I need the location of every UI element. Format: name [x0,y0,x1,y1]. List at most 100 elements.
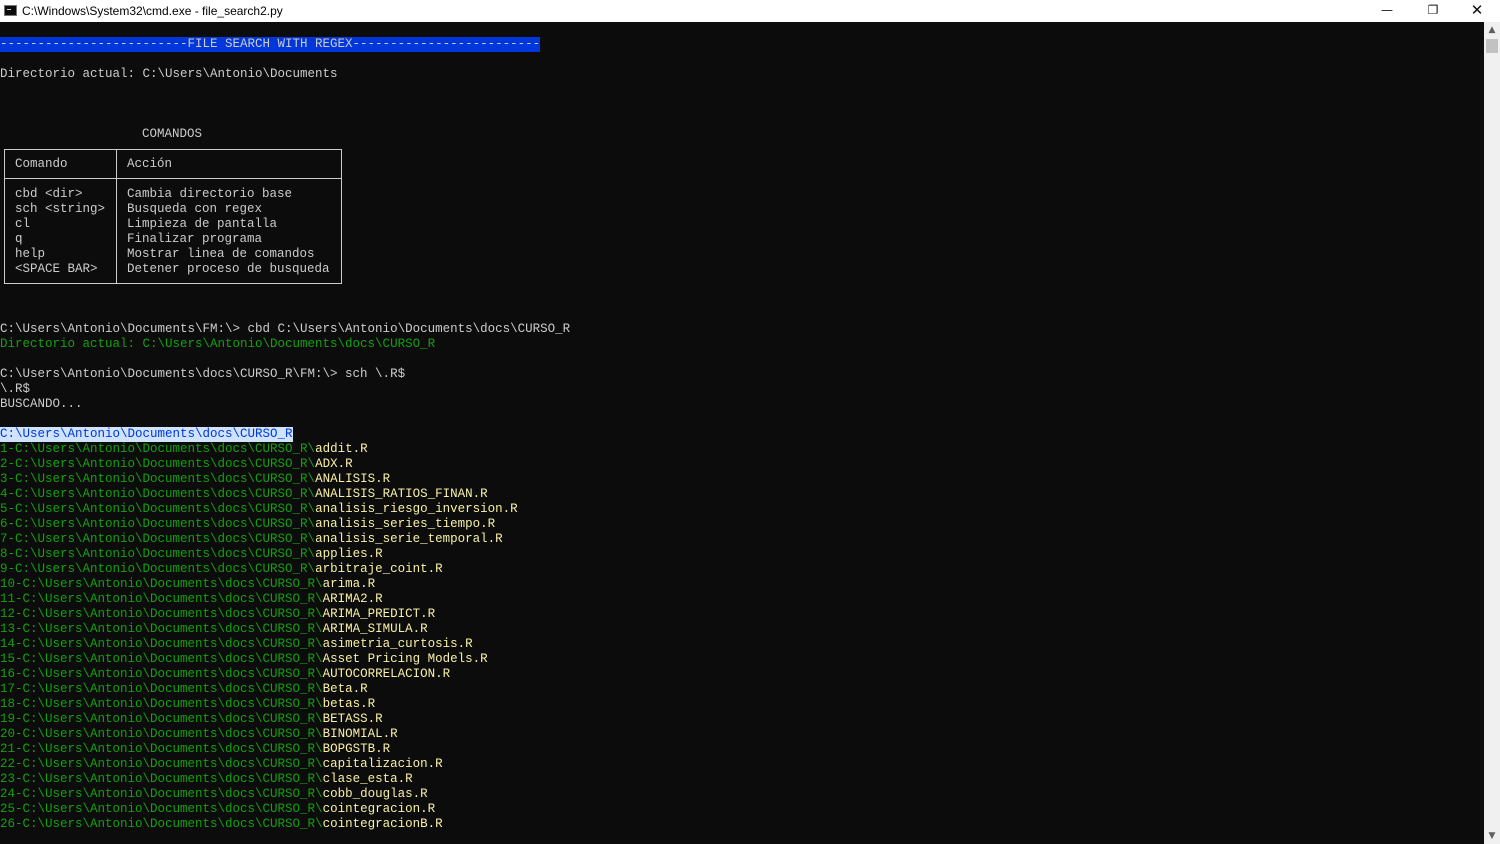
result-line: 16-C:\Users\Antonio\Documents\docs\CURSO… [0,667,450,682]
table-header-command: Comando [15,157,68,171]
result-path: 9-C:\Users\Antonio\Documents\docs\CURSO_… [0,562,316,576]
window-title: C:\Windows\System32\cmd.exe - file_searc… [22,4,283,18]
result-line: 22-C:\Users\Antonio\Documents\docs\CURSO… [0,757,443,772]
result-line: 4-C:\Users\Antonio\Documents\docs\CURSO_… [0,487,488,502]
result-path: 24-C:\Users\Antonio\Documents\docs\CURSO… [0,787,323,801]
cmd-icon [4,5,17,16]
result-path: 1-C:\Users\Antonio\Documents\docs\CURSO_… [0,442,316,456]
result-filename: AUTOCORRELACION.R [322,667,451,681]
table-divider [5,178,341,179]
result-line: 11-C:\Users\Antonio\Documents\docs\CURSO… [0,592,383,607]
result-line: 25-C:\Users\Antonio\Documents\docs\CURSO… [0,802,435,817]
commands-title: COMANDOS [142,127,203,141]
result-filename: BOPGSTB.R [322,742,391,756]
restore-button[interactable]: ❐ [1410,0,1456,22]
result-directory[interactable]: C:\Users\Antonio\Documents\docs\CURSO_R [0,427,293,442]
result-path: 7-C:\Users\Antonio\Documents\docs\CURSO_… [0,532,316,546]
result-path: 26-C:\Users\Antonio\Documents\docs\CURSO… [0,817,323,831]
table-divider [116,150,117,283]
title-bar[interactable]: C:\Windows\System32\cmd.exe - file_searc… [0,0,1500,22]
minimize-button[interactable]: — [1364,0,1410,22]
result-filename: ARIMA_SIMULA.R [322,622,428,636]
prompt-line: C:\Users\Antonio\Documents\docs\CURSO_R\… [0,367,406,381]
result-filename: ANALISIS_RATIOS_FINAN.R [315,487,488,501]
banner: -------------------------FILE SEARCH WIT… [0,37,541,52]
table-cell-command: help [15,247,46,261]
result-path: 21-C:\Users\Antonio\Documents\docs\CURSO… [0,742,323,756]
result-line: 20-C:\Users\Antonio\Documents\docs\CURSO… [0,727,398,742]
table-cell-action: Limpieza de pantalla [127,217,278,231]
scroll-down-icon[interactable]: ▼ [1484,828,1500,844]
result-line: 9-C:\Users\Antonio\Documents\docs\CURSO_… [0,562,443,577]
result-line: 14-C:\Users\Antonio\Documents\docs\CURSO… [0,637,473,652]
result-filename: ANALISIS.R [315,472,391,486]
result-filename: arbitraje_coint.R [315,562,443,576]
result-filename: arima.R [322,577,376,591]
result-line: 18-C:\Users\Antonio\Documents\docs\CURSO… [0,697,375,712]
table-cell-action: Mostrar linea de comandos [127,247,315,261]
scroll-up-icon[interactable]: ▲ [1484,22,1500,38]
result-filename: applies.R [315,547,383,561]
result-line: 15-C:\Users\Antonio\Documents\docs\CURSO… [0,652,488,667]
result-line: 19-C:\Users\Antonio\Documents\docs\CURSO… [0,712,383,727]
result-path: 18-C:\Users\Antonio\Documents\docs\CURSO… [0,697,323,711]
result-filename: cointegracion.R [322,802,436,816]
result-path: 2-C:\Users\Antonio\Documents\docs\CURSO_… [0,457,316,471]
result-path: 22-C:\Users\Antonio\Documents\docs\CURSO… [0,757,323,771]
result-line: 26-C:\Users\Antonio\Documents\docs\CURSO… [0,817,443,832]
table-cell-command: q [15,232,23,246]
commands-table: Comando Acción cbd <dir> Cambia director… [4,149,342,284]
result-line: 12-C:\Users\Antonio\Documents\docs\CURSO… [0,607,435,622]
result-path: 6-C:\Users\Antonio\Documents\docs\CURSO_… [0,517,316,531]
result-path: 17-C:\Users\Antonio\Documents\docs\CURSO… [0,682,323,696]
result-filename: analisis_serie_temporal.R [315,532,503,546]
result-line: 1-C:\Users\Antonio\Documents\docs\CURSO_… [0,442,368,457]
result-path: 16-C:\Users\Antonio\Documents\docs\CURSO… [0,667,323,681]
result-line: 6-C:\Users\Antonio\Documents\docs\CURSO_… [0,517,495,532]
result-filename: betas.R [322,697,376,711]
result-line: 2-C:\Users\Antonio\Documents\docs\CURSO_… [0,457,353,472]
result-path: 23-C:\Users\Antonio\Documents\docs\CURSO… [0,772,323,786]
result-path: 20-C:\Users\Antonio\Documents\docs\CURSO… [0,727,323,741]
result-line: 23-C:\Users\Antonio\Documents\docs\CURSO… [0,772,413,787]
result-path: 8-C:\Users\Antonio\Documents\docs\CURSO_… [0,547,316,561]
result-line: 8-C:\Users\Antonio\Documents\docs\CURSO_… [0,547,383,562]
result-path: 14-C:\Users\Antonio\Documents\docs\CURSO… [0,637,323,651]
console-output[interactable]: -------------------------FILE SEARCH WIT… [0,22,1484,844]
result-filename: Beta.R [322,682,368,696]
regex-echo: \.R$ [0,382,31,396]
result-line: 5-C:\Users\Antonio\Documents\docs\CURSO_… [0,502,518,517]
result-filename: cointegracionB.R [322,817,443,831]
vertical-scrollbar[interactable]: ▲ ▼ [1484,22,1500,844]
table-header-action: Acción [127,157,173,171]
result-path: 3-C:\Users\Antonio\Documents\docs\CURSO_… [0,472,316,486]
table-cell-command: cl [15,217,31,231]
prompt-line: C:\Users\Antonio\Documents\FM:\> cbd C:\… [0,322,571,336]
result-line: 24-C:\Users\Antonio\Documents\docs\CURSO… [0,787,428,802]
result-path: 19-C:\Users\Antonio\Documents\docs\CURSO… [0,712,323,726]
result-filename: analisis_riesgo_inversion.R [315,502,518,516]
result-path: 10-C:\Users\Antonio\Documents\docs\CURSO… [0,577,323,591]
result-line: 7-C:\Users\Antonio\Documents\docs\CURSO_… [0,532,503,547]
result-line: 13-C:\Users\Antonio\Documents\docs\CURSO… [0,622,428,637]
result-filename: addit.R [315,442,368,456]
result-filename: capitalizacion.R [322,757,443,771]
close-button[interactable]: ✕ [1454,0,1500,22]
result-line: 3-C:\Users\Antonio\Documents\docs\CURSO_… [0,472,390,487]
result-filename: Asset Pricing Models.R [322,652,488,666]
searching-status: BUSCANDO... [0,397,83,411]
directory-changed: Directorio actual: C:\Users\Antonio\Docu… [0,337,436,351]
result-filename: asimetria_curtosis.R [322,637,473,651]
result-line: 17-C:\Users\Antonio\Documents\docs\CURSO… [0,682,368,697]
result-path: 15-C:\Users\Antonio\Documents\docs\CURSO… [0,652,323,666]
result-path: 25-C:\Users\Antonio\Documents\docs\CURSO… [0,802,323,816]
result-line: 10-C:\Users\Antonio\Documents\docs\CURSO… [0,577,375,592]
table-cell-command: <SPACE BAR> [15,262,98,276]
table-cell-action: Busqueda con regex [127,202,263,216]
table-cell-command: sch <string> [15,202,106,216]
result-path: 11-C:\Users\Antonio\Documents\docs\CURSO… [0,592,323,606]
result-filename: clase_esta.R [322,772,413,786]
scroll-thumb[interactable] [1486,39,1498,53]
result-path: 5-C:\Users\Antonio\Documents\docs\CURSO_… [0,502,316,516]
table-cell-action: Finalizar programa [127,232,263,246]
